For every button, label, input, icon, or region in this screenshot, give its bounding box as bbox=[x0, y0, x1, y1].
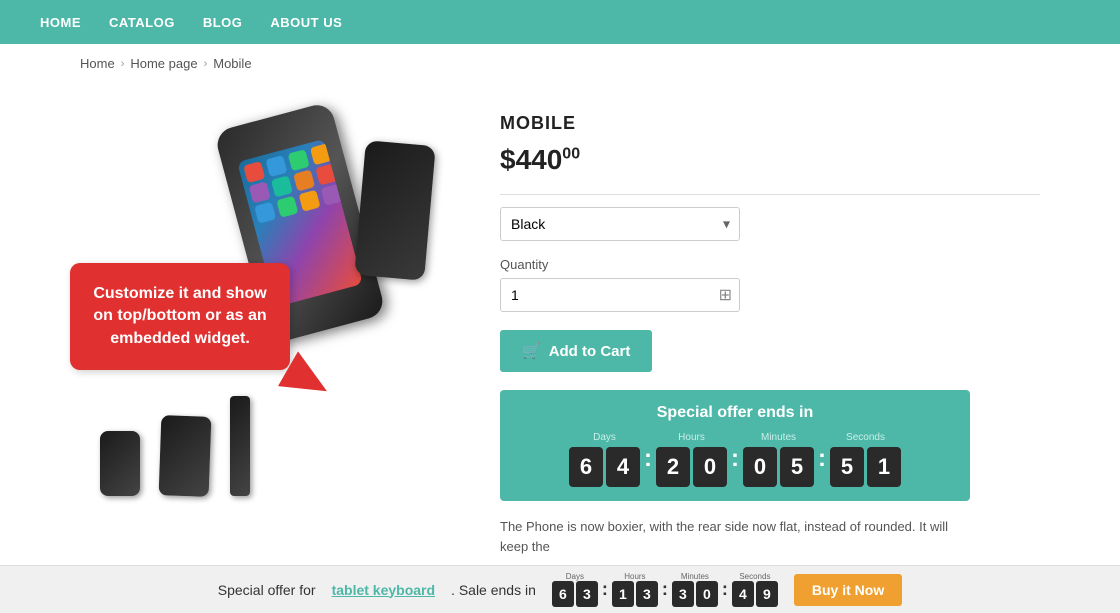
timer-minutes-digits: 05 bbox=[743, 447, 814, 487]
color-select-wrapper[interactable]: BlackWhiteSilver ▾ bbox=[500, 207, 740, 241]
product-images: Customize it and show on top/bottom or a… bbox=[40, 103, 460, 556]
timer-minutes-group: Minutes 05 bbox=[743, 432, 814, 487]
breadcrumb-home[interactable]: Home bbox=[80, 56, 115, 71]
callout-text: Customize it and show on top/bottom or a… bbox=[93, 285, 266, 347]
product-details: MOBILE $44000 BlackWhiteSilver ▾ Quantit… bbox=[500, 103, 1040, 556]
countdown-timer: Days 64 : Hours 20 : Minutes 05 : bbox=[520, 432, 950, 487]
timer-hours-digits: 20 bbox=[656, 447, 727, 487]
countdown-box: Special offer ends in Days 64 : Hours 20… bbox=[500, 390, 970, 501]
phone-secondary-image bbox=[360, 143, 440, 293]
breadcrumb-sep-2: › bbox=[204, 58, 208, 70]
phone-body-2 bbox=[354, 140, 435, 281]
timer-seconds-group: Seconds 51 bbox=[830, 432, 901, 487]
add-to-cart-label: Add to Cart bbox=[549, 343, 631, 360]
bottom-seconds-group: Seconds 49 bbox=[732, 572, 778, 607]
timer-hours-group: Hours 20 bbox=[656, 432, 727, 487]
main-content: Customize it and show on top/bottom or a… bbox=[0, 83, 1120, 576]
breadcrumb: Home › Home page › Mobile bbox=[0, 44, 1120, 83]
timer-seconds-digits: 51 bbox=[830, 447, 901, 487]
timer-days-group: Days 64 bbox=[569, 432, 640, 487]
timer-days-label: Days bbox=[593, 432, 616, 443]
bottom-link[interactable]: tablet keyboard bbox=[332, 582, 435, 598]
timer-days-digits: 64 bbox=[569, 447, 640, 487]
timer-seconds-label: Seconds bbox=[846, 432, 885, 443]
phone-small-3 bbox=[230, 396, 250, 496]
price-divider bbox=[500, 194, 1040, 195]
breadcrumb-sep-1: › bbox=[121, 58, 125, 70]
bottom-minutes-label: Minutes bbox=[681, 572, 709, 581]
nav-catalog[interactable]: CATALOG bbox=[109, 15, 175, 30]
color-select[interactable]: BlackWhiteSilver bbox=[500, 207, 740, 241]
quantity-icon: ⊞ bbox=[719, 285, 732, 305]
product-description: The Phone is now boxier, with the rear s… bbox=[500, 517, 970, 556]
bottom-offer-text: Special offer for bbox=[218, 582, 316, 598]
product-price: $44000 bbox=[500, 144, 1040, 176]
screen-icons bbox=[237, 139, 342, 230]
price-dollars: $440 bbox=[500, 144, 562, 175]
breadcrumb-current: Mobile bbox=[213, 56, 251, 71]
nav-about[interactable]: ABOUT US bbox=[270, 15, 342, 30]
bottom-seconds-label: Seconds bbox=[739, 572, 770, 581]
bottom-hours-label: Hours bbox=[624, 572, 645, 581]
phone-small-2 bbox=[159, 415, 212, 497]
timer-minutes-label: Minutes bbox=[761, 432, 796, 443]
bottom-bar: Special offer for tablet keyboard . Sale… bbox=[0, 565, 1120, 613]
quantity-wrapper[interactable]: ⊞ bbox=[500, 278, 740, 312]
bottom-colon-1: : bbox=[602, 579, 608, 600]
bottom-colon-2: : bbox=[662, 579, 668, 600]
timer-colon-1: : bbox=[644, 445, 652, 473]
cart-icon: 🛒 bbox=[522, 342, 541, 360]
bottom-minutes-group: Minutes 30 bbox=[672, 572, 718, 607]
bottom-days-digits: 63 bbox=[552, 581, 598, 607]
phone-small-row bbox=[100, 396, 250, 496]
quantity-label: Quantity bbox=[500, 257, 1040, 272]
bottom-minutes-digits: 30 bbox=[672, 581, 718, 607]
bottom-sale-text: . Sale ends in bbox=[451, 582, 536, 598]
timer-colon-2: : bbox=[731, 445, 739, 473]
quantity-input[interactable] bbox=[500, 278, 740, 312]
phone-small-1 bbox=[100, 431, 140, 496]
add-to-cart-button[interactable]: 🛒 Add to Cart bbox=[500, 330, 652, 372]
countdown-title: Special offer ends in bbox=[520, 404, 950, 422]
bottom-hours-group: Hours 13 bbox=[612, 572, 658, 607]
price-cents: 00 bbox=[562, 146, 580, 163]
timer-colon-3: : bbox=[818, 445, 826, 473]
buy-now-button[interactable]: Buy it Now bbox=[794, 574, 902, 606]
nav-home[interactable]: HOME bbox=[40, 15, 81, 30]
breadcrumb-homepage[interactable]: Home page bbox=[130, 56, 197, 71]
bottom-colon-3: : bbox=[722, 579, 728, 600]
bottom-timer: Days 63 : Hours 13 : Minutes 30 : Second… bbox=[552, 572, 778, 607]
nav-blog[interactable]: BLOG bbox=[203, 15, 243, 30]
bottom-days-label: Days bbox=[566, 572, 584, 581]
bottom-seconds-digits: 49 bbox=[732, 581, 778, 607]
bottom-hours-digits: 13 bbox=[612, 581, 658, 607]
timer-hours-label: Hours bbox=[678, 432, 705, 443]
bottom-days-group: Days 63 bbox=[552, 572, 598, 607]
product-title: MOBILE bbox=[500, 113, 1040, 134]
main-nav: HOME CATALOG BLOG ABOUT US bbox=[0, 0, 1120, 44]
callout-bubble: Customize it and show on top/bottom or a… bbox=[70, 263, 290, 370]
buy-now-label: Buy it Now bbox=[812, 582, 884, 598]
